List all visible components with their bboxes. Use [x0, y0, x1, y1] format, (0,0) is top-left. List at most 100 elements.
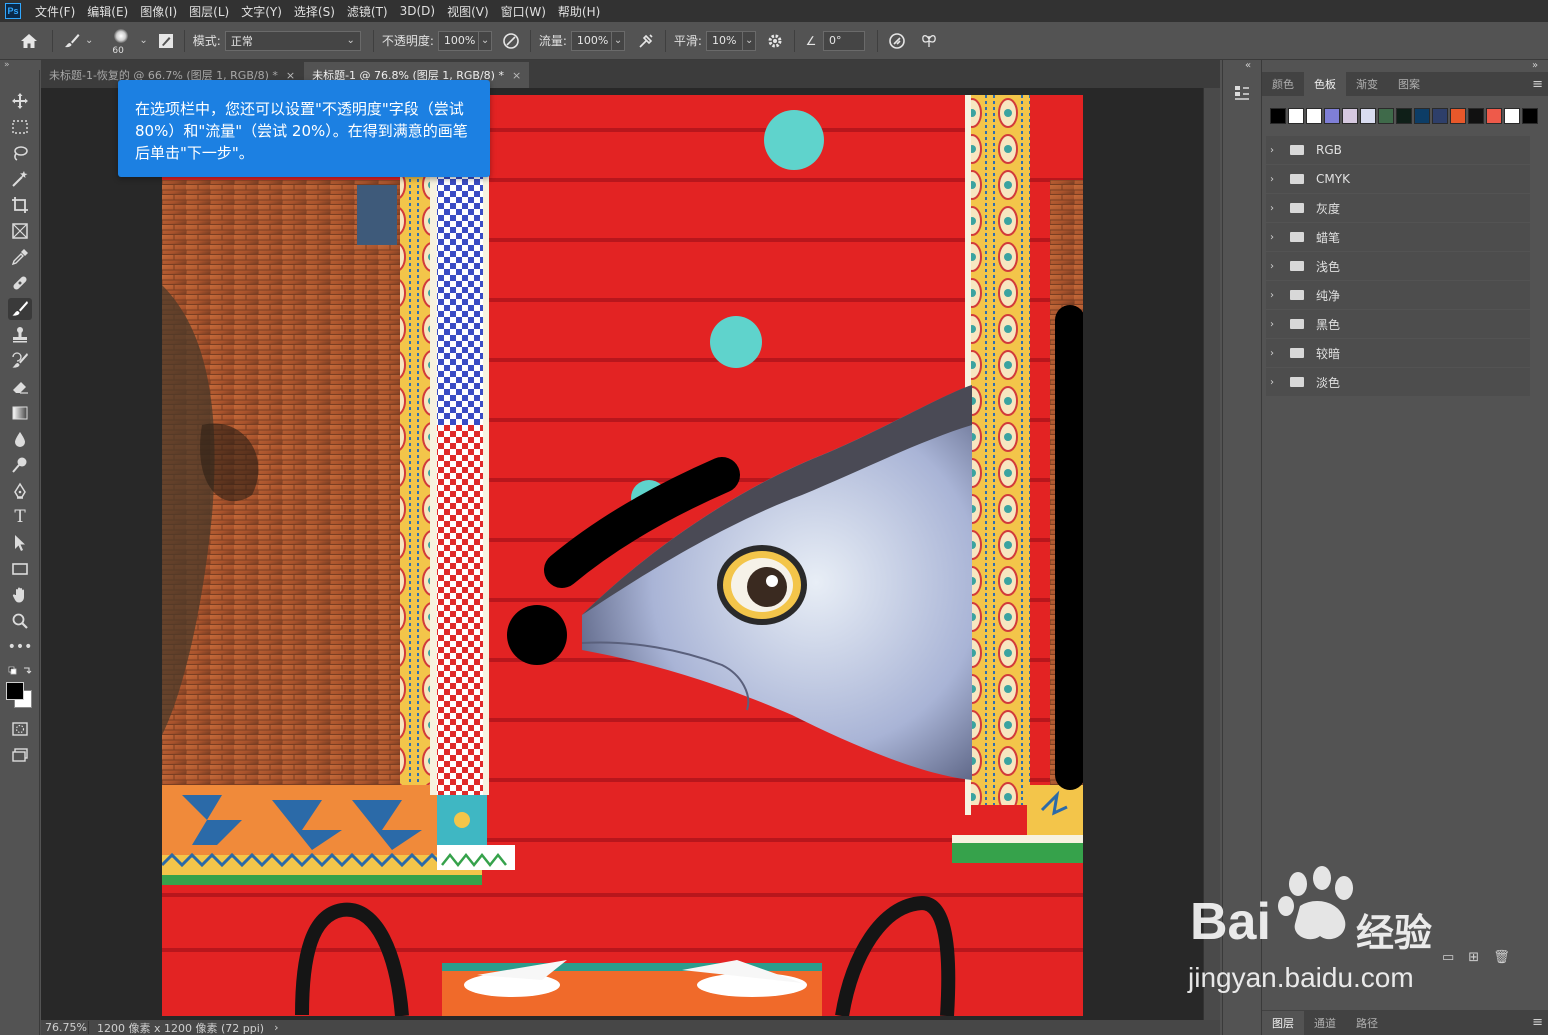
brush-settings-panel-icon[interactable]: [156, 33, 176, 49]
swatch[interactable]: [1270, 108, 1286, 124]
move-tool-icon[interactable]: [8, 90, 32, 112]
chevron-down-icon[interactable]: ⌄: [139, 35, 147, 46]
home-icon[interactable]: [18, 33, 40, 49]
chevron-down-icon[interactable]: ⌄: [85, 35, 93, 46]
document-info[interactable]: 1200 像素 x 1200 像素 (72 ppi): [89, 1020, 264, 1035]
type-tool-icon[interactable]: T: [8, 506, 32, 528]
menu-window[interactable]: 窗口(W): [501, 3, 546, 20]
swatch-group-muted[interactable]: › 淡色: [1266, 368, 1530, 397]
swatch-group-dark[interactable]: › 黑色: [1266, 310, 1530, 339]
menu-view[interactable]: 视图(V): [447, 3, 489, 20]
brush-size-picker[interactable]: 60: [107, 26, 137, 56]
frame-tool-icon[interactable]: [8, 220, 32, 242]
opacity-input[interactable]: 100%: [437, 30, 478, 51]
path-selection-tool-icon[interactable]: [8, 532, 32, 554]
menu-type[interactable]: 文字(Y): [241, 3, 282, 20]
menu-layer[interactable]: 图层(L): [189, 3, 229, 20]
zoom-level[interactable]: 76.75%: [41, 1021, 89, 1034]
swatch-group-pastel[interactable]: › 蜡笔: [1266, 223, 1530, 252]
new-group-folder-icon[interactable]: ▭: [1442, 950, 1454, 965]
rectangle-tool-icon[interactable]: [8, 558, 32, 580]
collapse-dock-icon[interactable]: «: [1245, 60, 1251, 71]
swatch-group-cmyk[interactable]: › CMYK: [1266, 165, 1530, 194]
symmetry-butterfly-icon[interactable]: [918, 32, 940, 50]
swatch[interactable]: [1486, 108, 1502, 124]
blend-mode-select[interactable]: 正常 ⌄: [224, 30, 361, 51]
swatch[interactable]: [1324, 108, 1340, 124]
menu-file[interactable]: 文件(F): [35, 3, 75, 20]
swatch[interactable]: [1378, 108, 1394, 124]
expand-panel-icon[interactable]: »: [1532, 60, 1538, 71]
eraser-tool-icon[interactable]: [8, 376, 32, 398]
vertical-scrollbar[interactable]: [1203, 88, 1220, 1020]
swatch[interactable]: [1414, 108, 1430, 124]
swatch[interactable]: [1288, 108, 1304, 124]
dodge-tool-icon[interactable]: [8, 454, 32, 476]
menu-image[interactable]: 图像(I): [140, 3, 177, 20]
crop-tool-icon[interactable]: [8, 194, 32, 216]
swatch[interactable]: [1522, 108, 1538, 124]
swatch-group-darker[interactable]: › 较暗: [1266, 339, 1530, 368]
quick-mask-icon[interactable]: [8, 718, 32, 740]
toolbar-collapse[interactable]: »: [0, 60, 40, 70]
brush-angle-input[interactable]: 0°: [822, 30, 865, 51]
pressure-opacity-icon[interactable]: [500, 32, 522, 50]
menu-select[interactable]: 选择(S): [294, 3, 335, 20]
close-icon[interactable]: ×: [512, 69, 521, 82]
swatch[interactable]: [1360, 108, 1376, 124]
swatch[interactable]: [1432, 108, 1448, 124]
lasso-tool-icon[interactable]: [8, 142, 32, 164]
smoothing-dropdown[interactable]: ⌄: [741, 30, 756, 51]
chevron-right-icon[interactable]: ›: [274, 1021, 278, 1034]
smoothing-input[interactable]: 10%: [705, 30, 742, 51]
swatch[interactable]: [1468, 108, 1484, 124]
flow-dropdown[interactable]: ⌄: [610, 30, 625, 51]
menu-help[interactable]: 帮助(H): [558, 3, 600, 20]
pen-tool-icon[interactable]: [8, 480, 32, 502]
eyedropper-tool-icon[interactable]: [8, 246, 32, 268]
photoshop-logo-icon[interactable]: Ps: [5, 3, 21, 19]
menu-edit[interactable]: 编辑(E): [87, 3, 128, 20]
flow-input[interactable]: 100%: [570, 30, 611, 51]
blur-tool-icon[interactable]: [8, 428, 32, 450]
magic-wand-tool-icon[interactable]: [8, 168, 32, 190]
gradient-tool-icon[interactable]: [8, 402, 32, 424]
healing-brush-tool-icon[interactable]: [8, 272, 32, 294]
tab-channels[interactable]: 通道: [1304, 1011, 1346, 1035]
canvas-image[interactable]: [162, 95, 1083, 1016]
swatch[interactable]: [1342, 108, 1358, 124]
tab-gradients[interactable]: 渐变: [1346, 72, 1388, 96]
swatch-group-grayscale[interactable]: › 灰度: [1266, 194, 1530, 223]
swap-colors-icon[interactable]: [8, 664, 32, 678]
new-swatch-icon[interactable]: ⊞: [1468, 950, 1479, 965]
history-brush-tool-icon[interactable]: [8, 350, 32, 372]
foreground-color-swatch[interactable]: [6, 682, 24, 700]
tab-paths[interactable]: 路径: [1346, 1011, 1388, 1035]
panel-menu-icon[interactable]: ≡: [1532, 77, 1543, 92]
more-tools-icon[interactable]: •••: [8, 636, 33, 658]
screen-mode-icon[interactable]: [8, 744, 32, 766]
hand-tool-icon[interactable]: [8, 584, 32, 606]
brush-tool-preset-icon[interactable]: [61, 32, 83, 50]
opacity-dropdown[interactable]: ⌄: [477, 30, 492, 51]
swatch[interactable]: [1396, 108, 1412, 124]
brush-tool-icon[interactable]: [8, 298, 32, 320]
gear-icon[interactable]: [764, 33, 786, 49]
pressure-size-icon[interactable]: [886, 32, 908, 50]
swatch[interactable]: [1306, 108, 1322, 124]
swatch-group-pure[interactable]: › 纯净: [1266, 281, 1530, 310]
trash-icon[interactable]: 🗑: [1493, 950, 1510, 965]
airbrush-icon[interactable]: [635, 32, 657, 50]
swatch[interactable]: [1504, 108, 1520, 124]
swatch-group-light[interactable]: › 浅色: [1266, 252, 1530, 281]
swatch-group-rgb[interactable]: › RGB: [1266, 136, 1530, 165]
tab-patterns[interactable]: 图案: [1388, 72, 1430, 96]
clone-stamp-tool-icon[interactable]: [8, 324, 32, 346]
marquee-tool-icon[interactable]: [8, 116, 32, 138]
menu-filter[interactable]: 滤镜(T): [347, 3, 388, 20]
panel-menu-icon[interactable]: ≡: [1532, 1015, 1543, 1030]
history-panel-icon[interactable]: [1233, 84, 1251, 105]
zoom-tool-icon[interactable]: [8, 610, 32, 632]
tab-swatches[interactable]: 色板: [1304, 72, 1346, 96]
tab-layers[interactable]: 图层: [1262, 1010, 1304, 1035]
